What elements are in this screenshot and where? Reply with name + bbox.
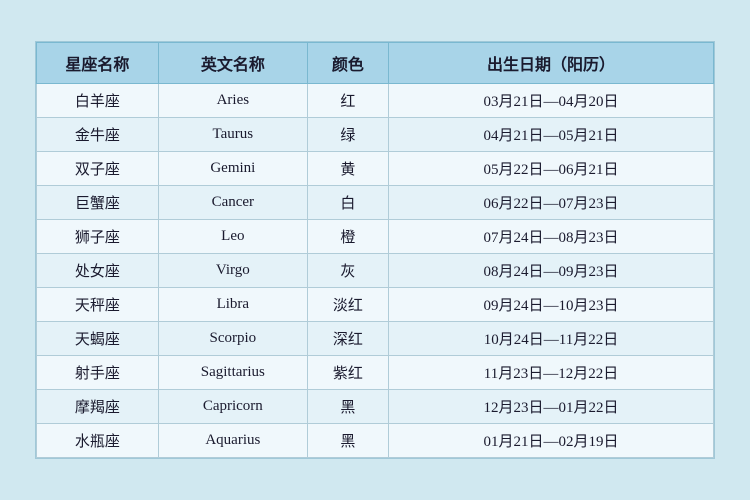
- table-row: 摩羯座Capricorn黑12月23日—01月22日: [37, 390, 714, 424]
- zodiac-table-container: 星座名称 英文名称 颜色 出生日期（阳历） 白羊座Aries红03月21日—04…: [35, 41, 715, 459]
- table-row: 天蝎座Scorpio深红10月24日—11月22日: [37, 322, 714, 356]
- cell-color: 深红: [307, 322, 388, 356]
- cell-chinese: 摩羯座: [37, 390, 159, 424]
- cell-chinese: 天蝎座: [37, 322, 159, 356]
- cell-date: 01月21日—02月19日: [389, 424, 714, 458]
- cell-english: Sagittarius: [158, 356, 307, 390]
- cell-chinese: 双子座: [37, 152, 159, 186]
- cell-english: Cancer: [158, 186, 307, 220]
- cell-english: Aquarius: [158, 424, 307, 458]
- cell-english: Aries: [158, 84, 307, 118]
- cell-chinese: 射手座: [37, 356, 159, 390]
- cell-color: 黄: [307, 152, 388, 186]
- cell-date: 03月21日—04月20日: [389, 84, 714, 118]
- cell-english: Capricorn: [158, 390, 307, 424]
- cell-date: 05月22日—06月21日: [389, 152, 714, 186]
- cell-color: 淡红: [307, 288, 388, 322]
- table-row: 狮子座Leo橙07月24日—08月23日: [37, 220, 714, 254]
- table-body: 白羊座Aries红03月21日—04月20日金牛座Taurus绿04月21日—0…: [37, 84, 714, 458]
- cell-english: Taurus: [158, 118, 307, 152]
- cell-chinese: 白羊座: [37, 84, 159, 118]
- cell-english: Scorpio: [158, 322, 307, 356]
- cell-chinese: 巨蟹座: [37, 186, 159, 220]
- header-english: 英文名称: [158, 43, 307, 84]
- cell-date: 12月23日—01月22日: [389, 390, 714, 424]
- cell-color: 橙: [307, 220, 388, 254]
- cell-color: 黑: [307, 390, 388, 424]
- cell-chinese: 天秤座: [37, 288, 159, 322]
- header-chinese: 星座名称: [37, 43, 159, 84]
- table-row: 天秤座Libra淡红09月24日—10月23日: [37, 288, 714, 322]
- header-color: 颜色: [307, 43, 388, 84]
- cell-date: 06月22日—07月23日: [389, 186, 714, 220]
- table-row: 水瓶座Aquarius黑01月21日—02月19日: [37, 424, 714, 458]
- cell-date: 07月24日—08月23日: [389, 220, 714, 254]
- cell-chinese: 处女座: [37, 254, 159, 288]
- cell-date: 11月23日—12月22日: [389, 356, 714, 390]
- header-date: 出生日期（阳历）: [389, 43, 714, 84]
- table-row: 白羊座Aries红03月21日—04月20日: [37, 84, 714, 118]
- cell-date: 09月24日—10月23日: [389, 288, 714, 322]
- cell-date: 08月24日—09月23日: [389, 254, 714, 288]
- zodiac-table: 星座名称 英文名称 颜色 出生日期（阳历） 白羊座Aries红03月21日—04…: [36, 42, 714, 458]
- cell-chinese: 狮子座: [37, 220, 159, 254]
- table-row: 巨蟹座Cancer白06月22日—07月23日: [37, 186, 714, 220]
- cell-date: 10月24日—11月22日: [389, 322, 714, 356]
- table-row: 射手座Sagittarius紫红11月23日—12月22日: [37, 356, 714, 390]
- table-row: 金牛座Taurus绿04月21日—05月21日: [37, 118, 714, 152]
- table-row: 处女座Virgo灰08月24日—09月23日: [37, 254, 714, 288]
- cell-english: Virgo: [158, 254, 307, 288]
- cell-english: Libra: [158, 288, 307, 322]
- cell-color: 绿: [307, 118, 388, 152]
- table-header-row: 星座名称 英文名称 颜色 出生日期（阳历）: [37, 43, 714, 84]
- cell-color: 红: [307, 84, 388, 118]
- cell-color: 白: [307, 186, 388, 220]
- cell-color: 紫红: [307, 356, 388, 390]
- cell-chinese: 水瓶座: [37, 424, 159, 458]
- cell-date: 04月21日—05月21日: [389, 118, 714, 152]
- cell-english: Gemini: [158, 152, 307, 186]
- cell-chinese: 金牛座: [37, 118, 159, 152]
- cell-color: 灰: [307, 254, 388, 288]
- cell-color: 黑: [307, 424, 388, 458]
- cell-english: Leo: [158, 220, 307, 254]
- table-row: 双子座Gemini黄05月22日—06月21日: [37, 152, 714, 186]
